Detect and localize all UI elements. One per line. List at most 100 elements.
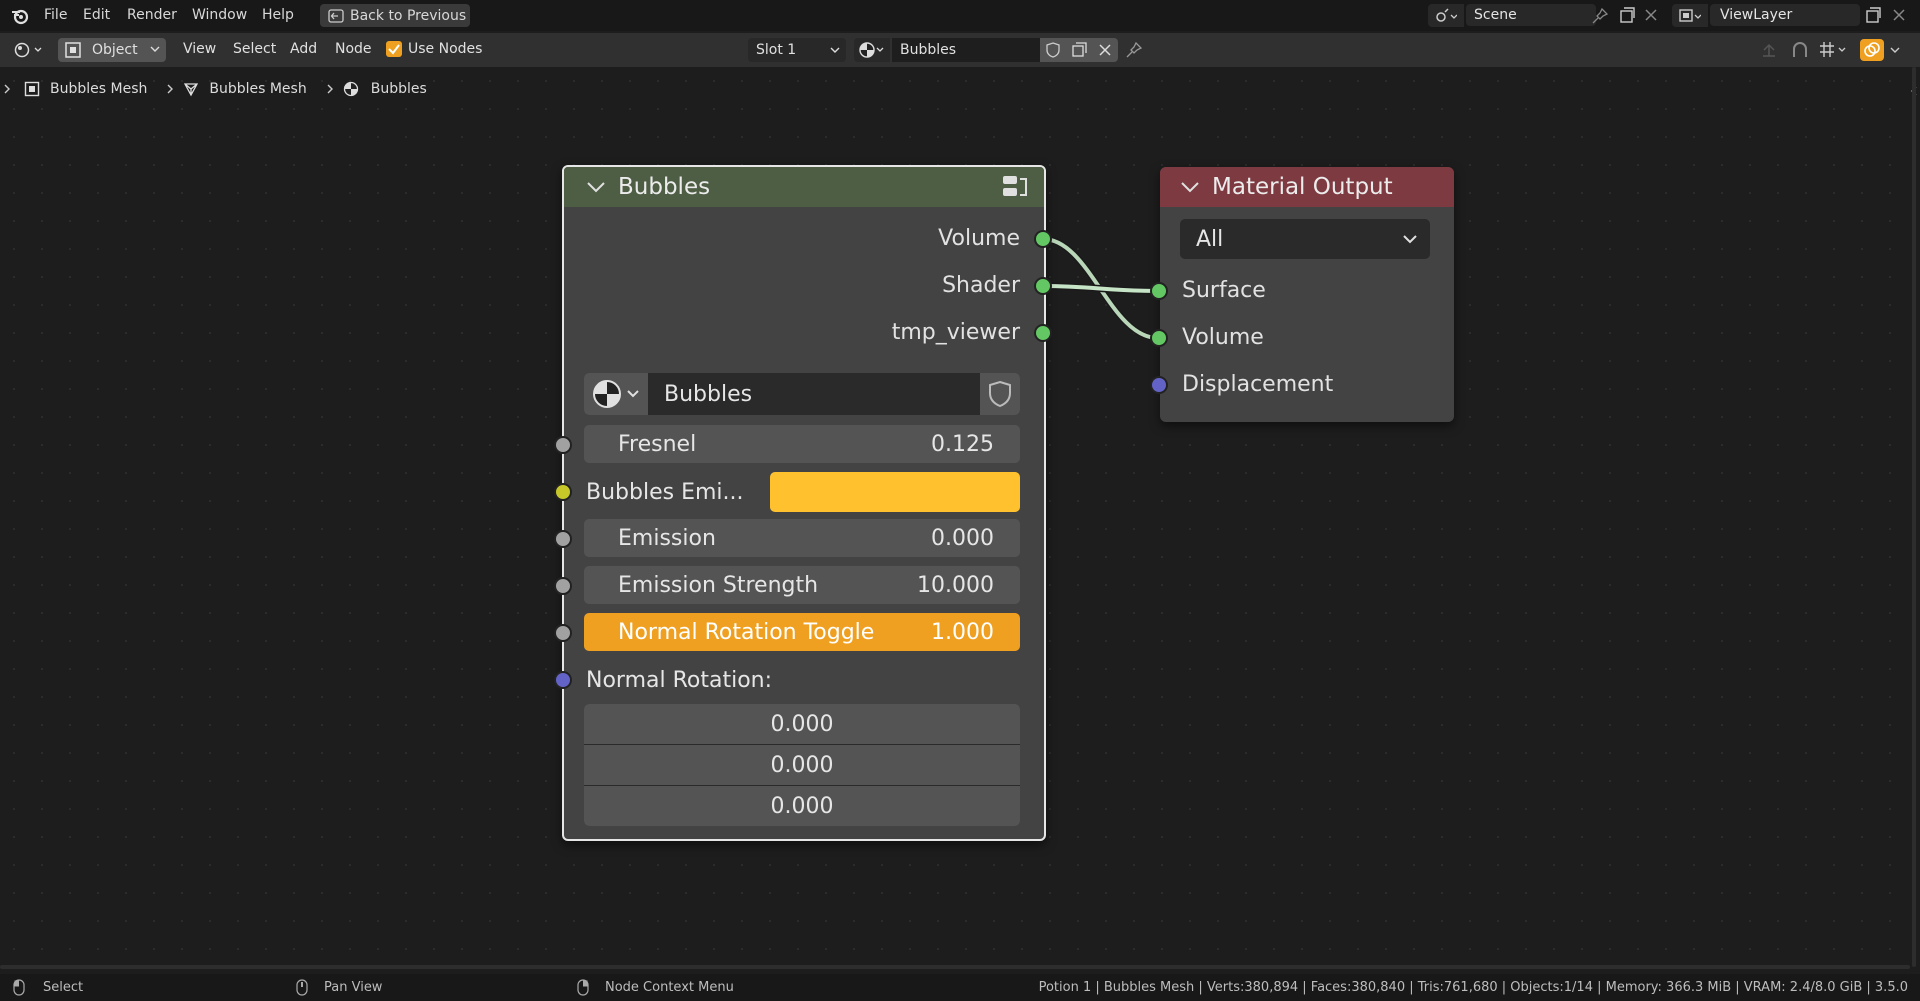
- material-output-node[interactable]: Material Output All Surface Volume Displ…: [1160, 167, 1454, 422]
- shield-icon: [988, 380, 1012, 408]
- output-shader-label: Shader: [942, 273, 1020, 298]
- slot-dropdown[interactable]: Slot 1: [748, 38, 846, 62]
- node-header[interactable]: Bubbles: [564, 167, 1044, 207]
- status-context-menu-label: Node Context Menu: [605, 980, 734, 995]
- output-volume-socket[interactable]: [1034, 230, 1052, 248]
- input-emission-socket[interactable]: [554, 530, 572, 548]
- normal-rotation-vector: 0.000 0.000 0.000: [584, 704, 1020, 826]
- mouse-right-icon: [577, 979, 589, 996]
- horizontal-scrollbar[interactable]: [0, 965, 1910, 969]
- snap-element-dropdown[interactable]: [1818, 41, 1848, 59]
- input-volume-socket[interactable]: [1150, 329, 1168, 347]
- emission-strength-value: 10.000: [917, 572, 994, 598]
- shader-editor-icon: [13, 41, 45, 59]
- new-view-layer-icon[interactable]: [1864, 6, 1882, 24]
- menu-edit[interactable]: Edit: [83, 0, 110, 31]
- back-icon: [328, 8, 344, 23]
- menu-select[interactable]: Select: [233, 41, 276, 57]
- mouse-left-icon: [13, 979, 25, 996]
- editor-type-button[interactable]: [8, 38, 50, 62]
- overlay-dropdown[interactable]: [1890, 45, 1900, 55]
- use-nodes-checkbox[interactable]: [386, 41, 402, 57]
- fresnel-label: Fresnel: [618, 431, 697, 457]
- fake-user-button[interactable]: [980, 373, 1020, 415]
- collapse-chevron-icon[interactable]: [586, 180, 606, 194]
- new-scene-icon[interactable]: [1618, 6, 1636, 24]
- scene-type-button[interactable]: [1428, 4, 1464, 27]
- view-layer-type-button[interactable]: [1672, 4, 1708, 27]
- node-header[interactable]: Material Output: [1160, 167, 1454, 207]
- menu-render[interactable]: Render: [127, 0, 177, 31]
- snap-icon[interactable]: [1790, 41, 1810, 59]
- object-mode-dropdown[interactable]: Object: [58, 38, 166, 62]
- normal-rotation-toggle-field[interactable]: Normal Rotation Toggle 1.000: [584, 613, 1020, 651]
- normal-rotation-y-field[interactable]: 0.000: [584, 745, 1020, 785]
- node-editor-canvas[interactable]: Bubbles Mesh Bubbles Mesh Bubbles Bubble…: [0, 67, 1917, 969]
- input-displacement-label: Displacement: [1182, 372, 1334, 397]
- input-emission-strength-socket[interactable]: [554, 577, 572, 595]
- output-shader-socket[interactable]: [1034, 277, 1052, 295]
- bubbles-group-node[interactable]: Bubbles Volume Shader tmp_viewer Bubbles…: [562, 165, 1046, 841]
- vertical-scrollbar[interactable]: [1912, 67, 1916, 967]
- view-layer-field[interactable]: ViewLayer: [1710, 4, 1860, 26]
- bubbles-emission-color-label: Bubbles Emi...: [586, 480, 744, 505]
- pin-icon[interactable]: [1126, 42, 1142, 58]
- group-datablock-selector[interactable]: Bubbles: [584, 373, 1020, 415]
- use-nodes-toggle[interactable]: Use Nodes: [386, 41, 482, 57]
- input-surface-socket[interactable]: [1150, 282, 1168, 300]
- scene-name: Scene: [1474, 7, 1517, 23]
- blender-logo-icon[interactable]: [10, 6, 30, 26]
- menu-file[interactable]: File: [44, 0, 67, 31]
- emission-value: 0.000: [931, 525, 994, 551]
- material-sphere-icon: [859, 41, 885, 59]
- input-volume-label: Volume: [1182, 325, 1264, 350]
- input-normal-rotation-socket[interactable]: [554, 671, 572, 689]
- fake-user-button[interactable]: [1040, 38, 1066, 62]
- output-target-dropdown[interactable]: All: [1180, 219, 1430, 259]
- unlink-material-button[interactable]: [1092, 38, 1118, 62]
- close-scene-icon[interactable]: [1644, 8, 1658, 22]
- menu-help[interactable]: Help: [262, 0, 294, 31]
- group-browse-button[interactable]: [584, 373, 648, 415]
- bubbles-emission-color-swatch[interactable]: [770, 472, 1020, 512]
- node-group-icon[interactable]: [1000, 173, 1030, 201]
- output-volume-label: Volume: [938, 226, 1020, 251]
- emission-field[interactable]: Emission 0.000: [584, 519, 1020, 557]
- output-tmp-viewer-socket[interactable]: [1034, 324, 1052, 342]
- chevron-down-icon: [830, 45, 840, 55]
- collapse-chevron-icon[interactable]: [1180, 180, 1200, 194]
- parent-node-tree-icon[interactable]: [1760, 41, 1778, 59]
- node-title: Bubbles: [618, 174, 711, 200]
- chevron-down-icon: [1402, 232, 1418, 246]
- close-view-layer-icon[interactable]: [1892, 8, 1906, 22]
- view-layer-icon: [1679, 8, 1701, 24]
- duplicate-material-button[interactable]: [1066, 38, 1092, 62]
- fresnel-value: 0.125: [931, 431, 994, 457]
- overlay-toggle[interactable]: [1860, 39, 1884, 61]
- input-fresnel-socket[interactable]: [554, 436, 572, 454]
- menu-node[interactable]: Node: [335, 41, 372, 57]
- output-target-label: All: [1196, 226, 1224, 252]
- back-to-previous-button[interactable]: Back to Previous: [320, 4, 470, 27]
- input-normal-rotation-toggle-socket[interactable]: [554, 624, 572, 642]
- input-bubbles-emission-socket[interactable]: [554, 483, 572, 501]
- slot-label: Slot 1: [756, 42, 797, 58]
- emission-strength-field[interactable]: Emission Strength 10.000: [584, 566, 1020, 604]
- material-browse-button[interactable]: [854, 38, 890, 62]
- pin-icon[interactable]: [1592, 8, 1608, 24]
- menu-window[interactable]: Window: [192, 0, 247, 31]
- status-bar: Select Pan View Node Context Menu Potion…: [0, 974, 1920, 1001]
- node-title: Material Output: [1212, 174, 1393, 200]
- fresnel-field[interactable]: Fresnel 0.125: [584, 425, 1020, 463]
- group-datablock-name: Bubbles: [664, 381, 753, 407]
- menu-view[interactable]: View: [183, 41, 216, 57]
- input-displacement-socket[interactable]: [1150, 376, 1168, 394]
- menu-add[interactable]: Add: [290, 41, 317, 57]
- normal-rotation-x-field[interactable]: 0.000: [584, 704, 1020, 744]
- node-tree-icon: [591, 377, 641, 411]
- material-name-field[interactable]: Bubbles: [892, 38, 1040, 62]
- normal-rotation-z-field[interactable]: 0.000: [584, 786, 1020, 826]
- scene-field[interactable]: Scene: [1466, 4, 1596, 26]
- view-layer-name: ViewLayer: [1720, 7, 1793, 23]
- emission-label: Emission: [618, 525, 716, 551]
